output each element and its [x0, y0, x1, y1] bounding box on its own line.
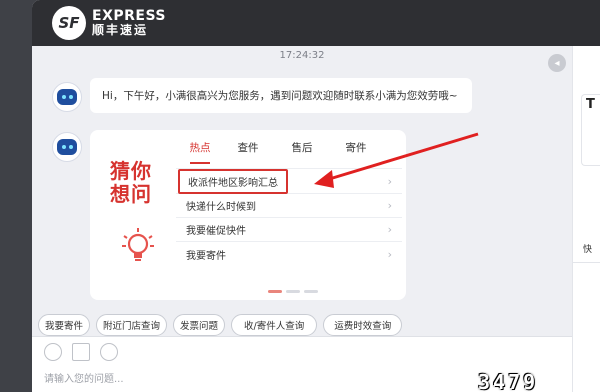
quick-action-button[interactable]: 运费时效查询 — [323, 314, 403, 336]
quick-action-button[interactable]: 附近门店查询 — [96, 314, 168, 336]
chevron-right-icon: › — [387, 223, 392, 236]
tab-track[interactable]: 查件 — [220, 130, 276, 160]
tab-hot[interactable]: 热点 — [180, 130, 220, 164]
bot-avatar-2 — [52, 132, 82, 162]
pager-dots — [268, 290, 318, 293]
list-item[interactable]: 快递什么时候到 › — [176, 194, 402, 218]
sf-logo-icon: SF — [52, 6, 86, 40]
chevron-right-icon: › — [387, 199, 392, 212]
list-item[interactable]: 收派件地区影响汇总 › — [176, 169, 402, 194]
question-text: 快递什么时候到 — [186, 202, 256, 213]
watermark-text: 3479 — [478, 370, 539, 392]
chevron-right-icon: › — [387, 247, 392, 261]
faq-card: 猜你 想问 热点 查件 售后 寄件 收派件地区影响汇总 › 快递什么时候到 › … — [90, 130, 406, 300]
side-tab-label[interactable]: 快 — [583, 242, 592, 255]
top-bar: SF EXPRESS 顺丰速运 — [32, 0, 600, 46]
pager-dot[interactable] — [304, 290, 318, 293]
side-panel: T 快 — [572, 46, 600, 392]
image-icon[interactable] — [72, 343, 90, 361]
list-item[interactable]: 我要催促快件 › — [176, 218, 402, 242]
robot-face-icon — [57, 139, 77, 155]
message-timestamp: 17:24:32 — [279, 50, 325, 61]
pager-dot[interactable] — [286, 290, 300, 293]
question-text-highlighted: 收派件地区影响汇总 — [178, 169, 288, 194]
question-text: 我要催促快件 — [186, 226, 246, 237]
question-list: 收派件地区影响汇总 › 快递什么时候到 › 我要催促快件 › 我要寄件 › — [176, 169, 402, 266]
robot-face-icon — [57, 89, 77, 105]
chat-window: SF EXPRESS 顺丰速运 17:24:32 ◂ Hi，下午好，小满很高兴为… — [32, 0, 600, 392]
tab-send[interactable]: 寄件 — [328, 130, 384, 160]
message-input[interactable] — [44, 371, 504, 387]
guess-title-line2: 想问 — [110, 182, 152, 206]
guess-title-line1: 猜你 — [110, 159, 152, 183]
side-divider — [573, 262, 600, 263]
chat-area: 17:24:32 ◂ Hi，下午好，小满很高兴为您服务，遇到问题欢迎随时联系小满… — [32, 46, 572, 392]
greeting-message: Hi，下午好，小满很高兴为您服务，遇到问题欢迎随时联系小满为您效劳哦~ — [90, 78, 472, 113]
faq-tabs: 热点 查件 售后 寄件 — [180, 130, 400, 164]
pager-dot[interactable] — [268, 290, 282, 293]
lightbulb-icon — [122, 228, 154, 261]
side-promo-card[interactable]: T — [581, 94, 600, 166]
bot-avatar — [52, 82, 82, 112]
quick-actions: 我要寄件 附近门店查询 发票问题 收/寄件人查询 运费时效查询 — [38, 314, 572, 336]
sound-toggle-icon[interactable]: ◂ — [548, 54, 566, 72]
brand-name-en: EXPRESS — [92, 8, 166, 25]
quick-action-button[interactable]: 我要寄件 — [38, 314, 91, 336]
list-item[interactable]: 我要寄件 › — [176, 242, 402, 266]
chevron-right-icon: › — [387, 175, 392, 188]
tab-aftersales[interactable]: 售后 — [276, 130, 328, 160]
side-card-title: T — [586, 97, 595, 112]
quick-action-button[interactable]: 收/寄件人查询 — [231, 314, 318, 336]
question-text: 我要寄件 — [186, 250, 226, 262]
brand-name: EXPRESS 顺丰速运 — [92, 9, 166, 36]
quick-action-button[interactable]: 发票问题 — [173, 314, 226, 336]
composer-tools — [44, 343, 118, 361]
check-icon[interactable] — [100, 343, 118, 361]
emoji-icon[interactable] — [44, 343, 62, 361]
guess-title: 猜你 想问 — [110, 160, 152, 206]
brand-name-cn: 顺丰速运 — [92, 23, 149, 38]
